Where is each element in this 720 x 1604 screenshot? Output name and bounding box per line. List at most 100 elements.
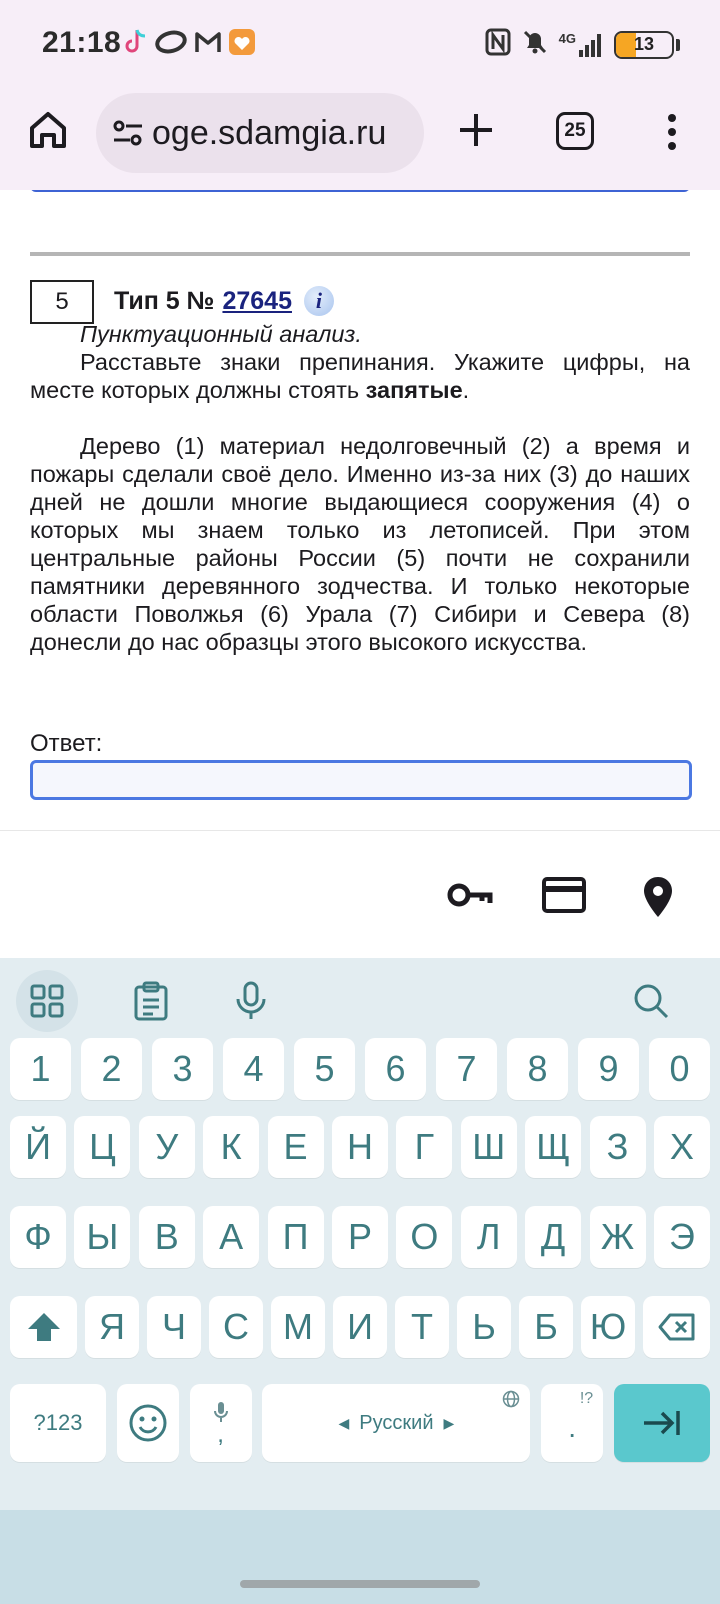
apps-grid-button[interactable] (16, 970, 78, 1032)
new-tab-button[interactable] (454, 108, 498, 152)
previous-answer-input[interactable] (30, 190, 690, 192)
emoji-icon (129, 1404, 167, 1442)
keyboard: 1 2 3 4 5 6 7 8 9 0 Й Ц У К Е Н Г Ш Щ З … (0, 958, 720, 1510)
mute-icon (521, 28, 549, 61)
key-letter[interactable]: Т (395, 1296, 449, 1358)
key-letter[interactable]: Е (267, 1116, 324, 1178)
period-alt-label: !? (579, 1390, 594, 1407)
info-icon[interactable]: i (303, 286, 334, 316)
nfc-icon (485, 28, 511, 61)
task-subtitle: Пунктуационный анализ. (80, 321, 362, 347)
key-1[interactable]: 1 (10, 1038, 71, 1100)
site-settings-icon[interactable] (110, 115, 146, 151)
key-6[interactable]: 6 (365, 1038, 426, 1100)
key-letter[interactable]: Б (519, 1296, 573, 1358)
key-letter[interactable]: З (589, 1116, 646, 1178)
url-bar[interactable]: oge.sdamgia.ru (96, 93, 424, 173)
home-button[interactable] (26, 108, 70, 152)
space-right-arrow: ▶ (443, 1414, 455, 1431)
system-nav-bar (0, 1510, 720, 1604)
comma-key[interactable]: , (189, 1384, 252, 1462)
task-body: Дерево (1) материал недолговечный (2) а … (30, 433, 690, 655)
voice-input-button[interactable] (220, 970, 282, 1032)
clipboard-icon (134, 981, 168, 1021)
heart-app-icon (228, 28, 256, 64)
system-status: 4G 13 (485, 28, 680, 61)
key-letter[interactable]: П (267, 1206, 324, 1268)
key-letter[interactable]: Я (85, 1296, 139, 1358)
key-letter[interactable]: Щ (525, 1116, 582, 1178)
instruction-text: Расставьте знаки препинания. Укажите циф… (30, 349, 690, 403)
letter-row-1: Й Ц У К Е Н Г Ш Щ З Х (10, 1116, 710, 1178)
globe-icon (503, 1390, 520, 1408)
password-key-button[interactable] (446, 875, 494, 915)
key-letter[interactable]: О (396, 1206, 453, 1268)
key-letter[interactable]: Й (10, 1116, 66, 1178)
shift-icon (27, 1313, 60, 1341)
notification-icons (124, 28, 256, 64)
address-button[interactable] (634, 875, 682, 917)
letter-row-2: Ф Ы В А П Р О Л Д Ж Э (10, 1206, 710, 1268)
key-letter[interactable]: У (138, 1116, 195, 1178)
payment-card-button[interactable] (540, 875, 588, 915)
home-icon (30, 112, 66, 148)
backspace-icon (658, 1313, 694, 1341)
key-letter[interactable]: Л (460, 1206, 517, 1268)
task-type: Тип 5 № (114, 286, 215, 315)
key-letter[interactable]: Ы (74, 1206, 131, 1268)
key-letter[interactable]: Г (396, 1116, 453, 1178)
space-left-arrow: ◀ (338, 1414, 350, 1431)
key-letter[interactable]: К (203, 1116, 260, 1178)
key-letter[interactable]: М (271, 1296, 325, 1358)
key-letter[interactable]: Ц (74, 1116, 131, 1178)
key-letter[interactable]: Ф (10, 1206, 66, 1268)
tab-switcher-button[interactable]: 25 (556, 112, 594, 150)
key-letter[interactable]: Д (525, 1206, 582, 1268)
number-row: 1 2 3 4 5 6 7 8 9 0 (10, 1038, 710, 1100)
key-letter[interactable]: Х (653, 1116, 710, 1178)
key-letter[interactable]: Ш (460, 1116, 517, 1178)
clipboard-button[interactable] (120, 970, 182, 1032)
key-letter[interactable]: В (138, 1206, 195, 1268)
key-9[interactable]: 9 (578, 1038, 639, 1100)
backspace-key[interactable] (643, 1296, 710, 1358)
next-arrow-icon (643, 1411, 680, 1435)
task-number: 5 (30, 280, 94, 324)
key-letter[interactable]: Ч (147, 1296, 201, 1358)
home-gesture-pill[interactable] (240, 1580, 480, 1588)
key-0[interactable]: 0 (649, 1038, 710, 1100)
key-letter[interactable]: Ж (589, 1206, 646, 1268)
key-letter[interactable]: А (203, 1206, 260, 1268)
oval-icon (154, 28, 188, 64)
key-4[interactable]: 4 (223, 1038, 284, 1100)
key-letter[interactable]: Ю (581, 1296, 635, 1358)
key-letter[interactable]: Ь (457, 1296, 511, 1358)
key-letter[interactable]: Э (653, 1206, 710, 1268)
key-3[interactable]: 3 (152, 1038, 213, 1100)
key-letter[interactable]: Р (331, 1206, 388, 1268)
task-id-link[interactable]: 27645 (222, 287, 292, 316)
enter-key[interactable] (613, 1384, 710, 1462)
gmail-icon (194, 28, 222, 64)
key-7[interactable]: 7 (436, 1038, 497, 1100)
key-letter[interactable]: Н (331, 1116, 388, 1178)
task-text: Пунктуационный анализ. Расставьте знаки … (30, 320, 690, 656)
shift-key[interactable] (10, 1296, 77, 1358)
key-8[interactable]: 8 (507, 1038, 568, 1100)
key-letter[interactable]: И (333, 1296, 387, 1358)
key-letter[interactable]: С (209, 1296, 263, 1358)
answer-input[interactable] (30, 760, 692, 800)
battery-indicator: 13 (614, 30, 674, 59)
symbols-key[interactable]: ?123 (10, 1384, 106, 1462)
period-key[interactable]: !? . (541, 1384, 604, 1462)
overflow-menu-button[interactable] (660, 110, 684, 154)
autofill-bar (0, 830, 720, 958)
plus-icon (460, 114, 492, 146)
keyboard-toolbar (0, 958, 720, 1048)
keyboard-search-button[interactable] (620, 970, 682, 1032)
key-5[interactable]: 5 (294, 1038, 355, 1100)
emoji-key[interactable] (116, 1384, 179, 1462)
key-2[interactable]: 2 (81, 1038, 142, 1100)
space-key[interactable]: ◀ Русский ▶ (262, 1384, 531, 1462)
